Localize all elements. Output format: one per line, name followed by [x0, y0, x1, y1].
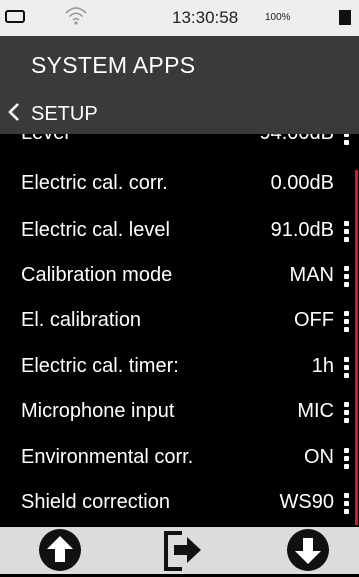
list-item[interactable]: Electric cal. timer: 1h	[0, 347, 352, 387]
exit-button[interactable]	[160, 528, 220, 574]
setting-label: Level	[21, 134, 69, 145]
more-vert-icon[interactable]	[344, 221, 350, 243]
list-item[interactable]: Level 94.00dB	[0, 134, 352, 154]
list-item[interactable]: Electric cal. corr. 0.00dB	[0, 164, 352, 204]
setting-value: ON	[304, 446, 334, 468]
more-vert-icon[interactable]	[344, 448, 350, 470]
more-vert-icon[interactable]	[344, 493, 350, 515]
chevron-left-icon	[8, 103, 19, 121]
app-header: SYSTEM APPS SETUP	[0, 36, 359, 134]
page-title: SYSTEM APPS	[31, 52, 196, 78]
setting-label: El. calibration	[21, 309, 142, 331]
more-vert-icon[interactable]	[344, 134, 350, 146]
settings-list[interactable]: Level 94.00dB Electric cal. corr. 0.00dB…	[0, 134, 359, 527]
wifi-icon	[65, 7, 87, 25]
more-vert-icon[interactable]	[344, 402, 350, 424]
scroll-up-button[interactable]	[38, 528, 98, 574]
back-button[interactable]: SETUP	[0, 98, 160, 128]
scroll-down-button[interactable]	[286, 528, 346, 574]
arrow-up-circle-icon	[39, 529, 81, 571]
list-item[interactable]: Calibration mode MAN	[0, 256, 352, 296]
back-label: SETUP	[31, 103, 98, 125]
battery-percent: 100%	[265, 12, 291, 23]
scrollbar[interactable]	[355, 170, 358, 525]
more-vert-icon[interactable]	[344, 266, 350, 288]
setting-label: Electric cal. timer:	[21, 355, 179, 377]
setting-value: WS90	[279, 491, 334, 513]
list-item[interactable]: Environmental corr. ON	[0, 438, 352, 478]
clock: 13:30:58	[172, 8, 239, 27]
setting-value: 91.0dB	[270, 219, 334, 241]
setting-label: Electric cal. level	[21, 219, 170, 241]
setting-value: 0.00dB	[270, 172, 334, 194]
list-item[interactable]: Shield correction WS90	[0, 483, 352, 523]
list-item[interactable]: Electric cal. level 91.0dB	[0, 211, 352, 251]
exit-icon	[164, 531, 201, 571]
more-vert-icon[interactable]	[344, 311, 350, 333]
setting-label: Calibration mode	[21, 264, 173, 286]
setting-value: MAN	[289, 264, 334, 286]
setting-value: MIC	[297, 400, 334, 422]
more-vert-icon[interactable]	[344, 357, 350, 379]
setting-value: 1h	[311, 355, 334, 377]
footer-toolbar	[0, 527, 359, 574]
setting-label: Environmental corr.	[21, 446, 194, 468]
arrow-down-circle-icon	[287, 529, 329, 571]
list-item[interactable]: Microphone input MIC	[0, 392, 352, 432]
setting-label: Microphone input	[21, 400, 175, 422]
setting-label: Shield correction	[21, 491, 170, 513]
battery-full-icon	[339, 10, 351, 25]
setting-value: 94.00dB	[259, 134, 334, 145]
list-item[interactable]: El. calibration OFF	[0, 301, 352, 341]
setting-value: OFF	[294, 309, 334, 331]
setting-label: Electric cal. corr.	[21, 172, 168, 194]
battery-outline-icon	[5, 10, 25, 23]
status-bar: 13:30:58 100%	[0, 0, 359, 36]
